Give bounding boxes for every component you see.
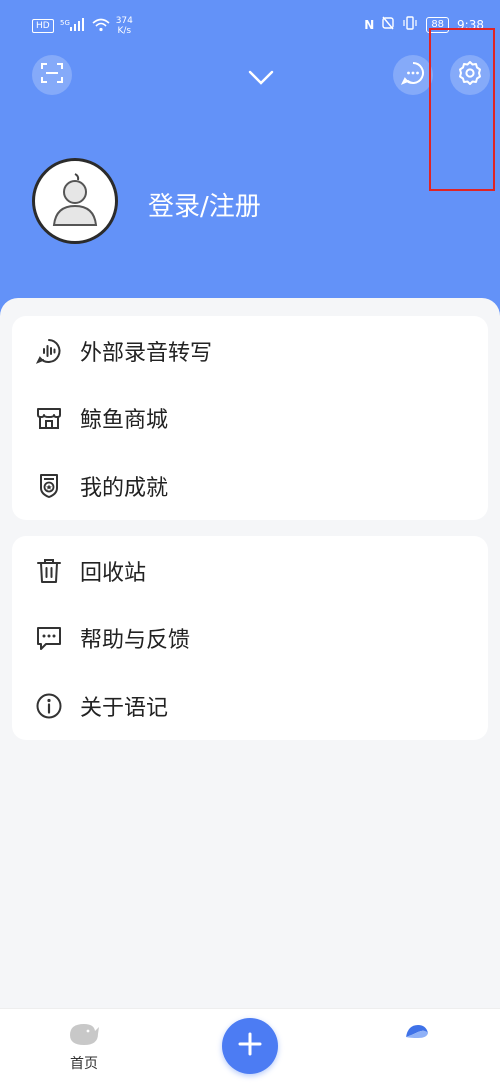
menu-label: 回收站: [80, 561, 147, 586]
highlight-box: [429, 28, 495, 191]
scan-icon: [40, 61, 64, 89]
chat-bubble-icon: [400, 60, 426, 90]
plus-icon: [237, 1031, 263, 1061]
menu-item-help-feedback[interactable]: 帮助与反馈: [12, 606, 488, 670]
menu-label: 外部录音转写: [80, 341, 213, 366]
menu-card-primary: 外部录音转写 鲸鱼商城 我的成就: [12, 316, 488, 520]
feedback-icon: [34, 623, 64, 653]
menu-label: 关于语记: [80, 696, 169, 721]
whale-profile-icon: [404, 1025, 430, 1047]
scan-button[interactable]: [32, 55, 72, 95]
menu-item-about[interactable]: 关于语记: [12, 674, 488, 738]
nfc-icon: N: [364, 17, 375, 32]
menu-item-external-transcription[interactable]: 外部录音转写: [12, 319, 488, 383]
nav-profile[interactable]: [404, 1023, 430, 1043]
menu-item-achievements[interactable]: 我的成就: [12, 454, 488, 518]
trash-icon: [34, 556, 64, 586]
menu-label: 我的成就: [80, 476, 169, 501]
menu-item-recycle-bin[interactable]: 回收站: [12, 539, 488, 603]
menu-card-secondary: 回收站 帮助与反馈 关于语记: [12, 536, 488, 740]
store-icon: [34, 403, 64, 433]
mute-icon: [382, 16, 395, 33]
vibrate-icon: [402, 16, 418, 33]
add-button[interactable]: [222, 1018, 278, 1074]
nav-home-label: 首页: [70, 1056, 98, 1072]
status-bar: HD 5G 374 K/s N 88 9:38: [0, 0, 500, 50]
menu-item-whale-store[interactable]: 鲸鱼商城: [12, 386, 488, 450]
network-speed: 374 K/s: [115, 16, 133, 36]
bottom-navigation: 首页: [0, 1008, 500, 1085]
menu-label: 帮助与反馈: [80, 628, 191, 653]
nav-home[interactable]: 首页: [56, 1021, 112, 1073]
messages-button[interactable]: [393, 55, 433, 95]
signal-icon: 5G: [60, 17, 86, 35]
svg-text:5G: 5G: [60, 19, 70, 27]
hd-badge: HD: [32, 19, 54, 33]
whale-home-icon: [67, 1024, 101, 1051]
wifi-icon: [92, 18, 110, 35]
user-silhouette-icon: [48, 170, 102, 232]
voice-chat-icon: [34, 336, 64, 366]
avatar[interactable]: [32, 158, 118, 244]
login-register-link[interactable]: 登录/注册: [148, 186, 261, 223]
expand-toggle[interactable]: [246, 64, 276, 90]
badge-icon: [34, 471, 64, 501]
info-icon: [34, 691, 64, 721]
chevron-down-icon: [246, 70, 276, 94]
menu-label: 鲸鱼商城: [80, 408, 169, 433]
